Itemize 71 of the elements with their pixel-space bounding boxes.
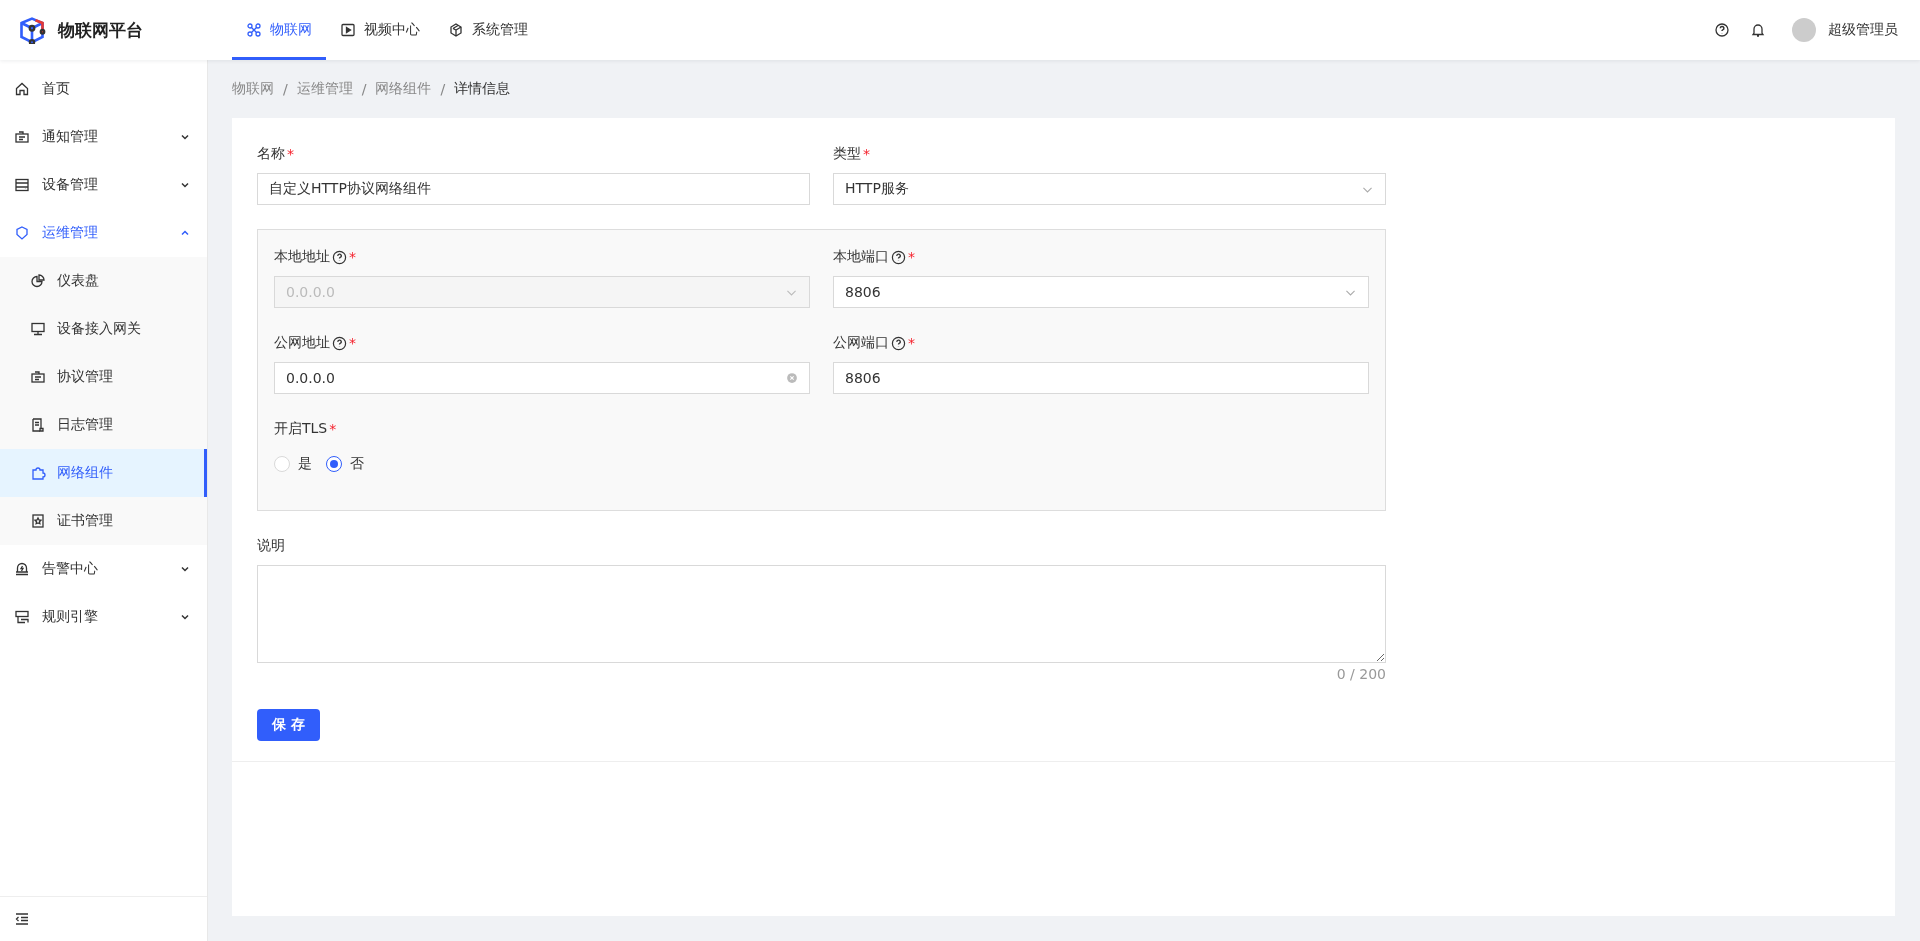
required-mark: *: [287, 146, 294, 162]
sidebar-subitem[interactable]: 日志管理: [0, 401, 207, 449]
platform-title: 物联网平台: [58, 18, 143, 42]
field-label: 本地地址: [274, 248, 330, 266]
home-icon: [14, 81, 30, 97]
help-icon: [332, 249, 347, 265]
certificate-icon: [30, 513, 46, 529]
document-icon: [30, 417, 46, 433]
help-icon: [1714, 22, 1730, 38]
pie-chart-icon: [30, 273, 46, 289]
nav-tab[interactable]: 物联网: [232, 0, 326, 60]
field-label: 本地端口: [833, 248, 889, 266]
input-field[interactable]: 自定义HTTP协议网络组件: [257, 173, 810, 205]
box-icon: [448, 22, 464, 38]
breadcrumb-separator: /: [283, 81, 288, 97]
bell-icon: [1750, 22, 1766, 38]
sidebar-subitem[interactable]: 设备接入网关: [0, 305, 207, 353]
required-mark: *: [349, 335, 356, 351]
required-mark: *: [908, 249, 915, 265]
required-mark: *: [329, 421, 337, 437]
sidebar-item[interactable]: 规则引擎: [0, 593, 207, 641]
alarm-icon: [14, 561, 30, 577]
sidebar-subitem[interactable]: 仪表盘: [0, 257, 207, 305]
sidebar-subitem[interactable]: 证书管理: [0, 497, 207, 545]
sidebar-subitem[interactable]: 协议管理: [0, 353, 207, 401]
save-button[interactable]: 保 存: [257, 709, 320, 741]
field-label: 公网地址: [274, 334, 330, 352]
shield-icon: [14, 225, 30, 241]
field-label: 公网端口: [833, 334, 889, 352]
radio-label[interactable]: 否: [350, 455, 364, 473]
input-field[interactable]: 8806: [833, 362, 1369, 394]
field-label: 名称: [257, 145, 285, 163]
sidebar-item[interactable]: 通知管理: [0, 113, 207, 161]
play-icon: [340, 22, 356, 38]
radio-button[interactable]: [326, 456, 342, 472]
field-label: 说明: [257, 537, 285, 555]
avatar[interactable]: [1792, 18, 1816, 42]
help-icon: [332, 335, 347, 351]
radio-label[interactable]: 是: [298, 455, 312, 473]
puzzle-icon: [30, 465, 46, 481]
sidebar-item[interactable]: 设备管理: [0, 161, 207, 209]
breadcrumb-separator: /: [440, 81, 446, 97]
network-icon: [246, 22, 262, 38]
required-mark: *: [349, 249, 356, 265]
nav-tab[interactable]: 视频中心: [326, 0, 434, 60]
field-label: 类型: [833, 145, 861, 163]
rule-icon: [14, 609, 30, 625]
user-name[interactable]: 超级管理员: [1828, 21, 1898, 39]
cube-logo-icon: [18, 16, 46, 44]
required-mark: *: [863, 146, 870, 162]
character-counter: 0 / 200: [1336, 666, 1386, 684]
select-field[interactable]: HTTP服务: [833, 173, 1386, 205]
help-icon: [891, 335, 906, 351]
description-textarea[interactable]: [257, 565, 1386, 663]
help-icon: [891, 249, 906, 265]
server-icon: [14, 177, 30, 193]
breadcrumb-current: 详情信息: [454, 80, 511, 98]
collapse-menu-icon: [14, 911, 30, 927]
breadcrumb-separator: /: [361, 81, 367, 97]
clipboard-icon: [30, 369, 46, 385]
sidebar-item[interactable]: 告警中心: [0, 545, 207, 593]
sidebar-subitem[interactable]: 网络组件: [0, 449, 207, 497]
sidebar-item[interactable]: 运维管理: [0, 209, 207, 257]
nav-tab[interactable]: 系统管理: [434, 0, 542, 60]
required-mark: *: [908, 335, 915, 351]
field-label: 开启TLS: [274, 420, 328, 438]
clipboard-icon: [14, 129, 30, 145]
input-field[interactable]: 0.0.0.0: [274, 362, 810, 394]
sidebar-item[interactable]: 首页: [0, 65, 207, 113]
select-field[interactable]: 8806: [833, 276, 1369, 308]
monitor-icon: [30, 321, 46, 337]
